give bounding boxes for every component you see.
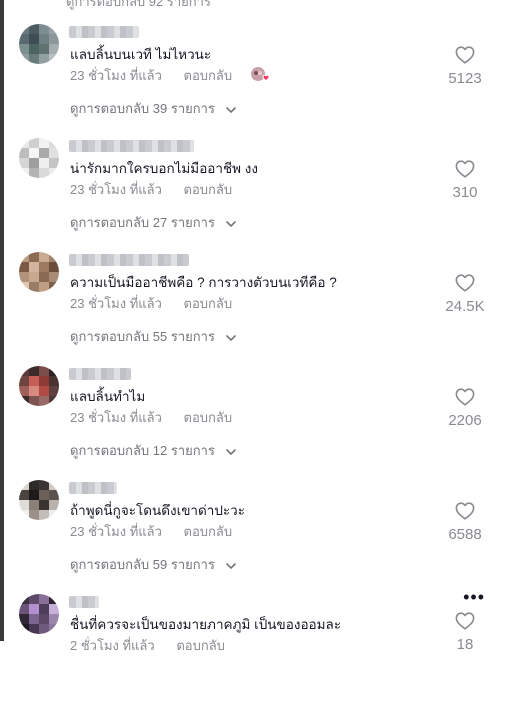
view-replies-label: ดูการตอบกลับ 39 รายการ — [70, 101, 215, 116]
username-redacted[interactable] — [69, 368, 131, 380]
comment-item: ถ้าพูดนี่กูจะโดนดึงเขาด่าปะวะ 23 ชั่วโมง… — [0, 478, 505, 592]
avatar[interactable] — [19, 366, 59, 406]
username-redacted[interactable] — [69, 26, 139, 38]
comment-text: แลบลิ้นทำไม — [70, 389, 146, 404]
view-replies-button[interactable]: ดูการตอบกลับ 59 รายการ — [70, 554, 236, 575]
username-redacted[interactable] — [69, 254, 189, 266]
reply-button[interactable]: ตอบกลับ — [176, 638, 225, 653]
username-redacted[interactable] — [69, 482, 117, 494]
comment-timestamp: 23 ชั่วโมง ที่แล้ว — [70, 410, 162, 425]
comment-timestamp: 2 ชั่วโมง ที่แล้ว — [70, 638, 155, 653]
view-replies-label: ดูการตอบกลับ 12 รายการ — [70, 443, 215, 458]
comment-text: ความเป็นมืออาชีพคือ ? การวางตัวบนเวทีคือ… — [70, 275, 337, 290]
view-replies-label: ดูการตอบกลับ 27 รายการ — [70, 215, 215, 230]
like-count: 5123 — [448, 70, 482, 87]
view-replies-label: ดูการตอบกลับ 55 รายการ — [70, 329, 215, 344]
username-redacted[interactable] — [69, 140, 194, 152]
avatar[interactable] — [19, 480, 59, 520]
comment-item: แลบลิ้นทำไม 23 ชั่วโมง ที่แล้ว ตอบกลับ ด… — [0, 364, 505, 478]
avatar[interactable] — [19, 252, 59, 292]
comment-meta: 23 ชั่วโมง ที่แล้ว ตอบกลับ — [70, 521, 232, 542]
view-replies-button[interactable]: ดูการตอบกลับ 12 รายการ — [70, 440, 236, 461]
chevron-down-icon — [225, 330, 236, 345]
heart-outline-icon — [435, 46, 495, 64]
reply-button[interactable]: ตอบกลับ — [184, 68, 233, 83]
comment-meta: 23 ชั่วโมง ที่แล้ว ตอบกลับ — [70, 293, 232, 314]
more-horizontal-icon[interactable]: ••• — [463, 588, 485, 606]
comment-item: แลบลิ้นบนเวที ไม่ไหวนะ 23 ชั่วโมง ที่แล้… — [0, 22, 505, 136]
comment-item: น่ารักมากใครบอกไม่มืออาชีพ งง 23 ชั่วโมง… — [0, 136, 505, 250]
view-replies-label: ดูการตอบกลับ 59 รายการ — [70, 557, 215, 572]
heart-outline-icon — [435, 388, 495, 406]
comment-meta: 23 ชั่วโมง ที่แล้ว ตอบกลับ — [70, 179, 232, 200]
heart-outline-icon — [435, 274, 495, 292]
creator-liked-icon — [250, 66, 272, 87]
chevron-down-icon — [225, 444, 236, 459]
like-count: 24.5K — [445, 298, 485, 315]
view-replies-partial[interactable]: ดูการตอบกลับ 92 รายการ — [66, 0, 211, 12]
comment-meta: 2 ชั่วโมง ที่แล้ว ตอบกลับ — [70, 635, 225, 656]
comment-text: ชื่นที่ควรจะเป็นของมายภาคภูมิ เป็นของออม… — [70, 617, 342, 632]
comment-timestamp: 23 ชั่วโมง ที่แล้ว — [70, 68, 162, 83]
reply-button[interactable]: ตอบกลับ — [184, 410, 233, 425]
heart-outline-icon — [435, 612, 495, 630]
comment-timestamp: 23 ชั่วโมง ที่แล้ว — [70, 524, 162, 539]
like-count: 310 — [452, 184, 478, 201]
view-replies-button[interactable]: ดูการตอบกลับ 39 รายการ — [70, 98, 236, 119]
like-button[interactable]: 6588 — [435, 502, 495, 543]
reply-button[interactable]: ตอบกลับ — [184, 182, 233, 197]
avatar[interactable] — [19, 594, 59, 634]
like-button[interactable]: 2206 — [435, 388, 495, 429]
like-button[interactable]: 5123 — [435, 46, 495, 87]
username-redacted[interactable] — [69, 596, 99, 608]
chevron-down-icon — [225, 216, 236, 231]
comment-meta: 23 ชั่วโมง ที่แล้ว ตอบกลับ — [70, 407, 232, 428]
heart-outline-icon — [435, 502, 495, 520]
comment-item: ความเป็นมืออาชีพคือ ? การวางตัวบนเวทีคือ… — [0, 250, 505, 364]
view-replies-button[interactable]: ดูการตอบกลับ 55 รายการ — [70, 326, 236, 347]
like-button[interactable]: 310 — [435, 160, 495, 201]
like-count: 18 — [456, 636, 474, 653]
heart-outline-icon — [435, 160, 495, 178]
reply-button[interactable]: ตอบกลับ — [184, 296, 233, 311]
comment-item: ชื่นที่ควรจะเป็นของมายภาคภูมิ เป็นของออม… — [0, 588, 505, 706]
comment-timestamp: 23 ชั่วโมง ที่แล้ว — [70, 182, 162, 197]
like-count: 6588 — [448, 526, 482, 543]
comment-text: ถ้าพูดนี่กูจะโดนดึงเขาด่าปะวะ — [70, 503, 246, 518]
like-button[interactable]: 18 — [435, 612, 495, 653]
view-replies-button[interactable]: ดูการตอบกลับ 27 รายการ — [70, 212, 236, 233]
avatar[interactable] — [19, 24, 59, 64]
comment-text: แลบลิ้นบนเวที ไม่ไหวนะ — [70, 47, 212, 62]
chevron-down-icon — [225, 558, 236, 573]
like-button[interactable]: 24.5K — [435, 274, 495, 315]
comment-meta: 23 ชั่วโมง ที่แล้ว ตอบกลับ — [70, 65, 272, 87]
like-count: 2206 — [448, 412, 482, 429]
view-replies-label: ดูการตอบกลับ 92 รายการ — [66, 0, 211, 9]
comment-timestamp: 23 ชั่วโมง ที่แล้ว — [70, 296, 162, 311]
avatar[interactable] — [19, 138, 59, 178]
comment-text: น่ารักมากใครบอกไม่มืออาชีพ งง — [70, 161, 258, 176]
chevron-down-icon — [225, 102, 236, 117]
reply-button[interactable]: ตอบกลับ — [184, 524, 233, 539]
